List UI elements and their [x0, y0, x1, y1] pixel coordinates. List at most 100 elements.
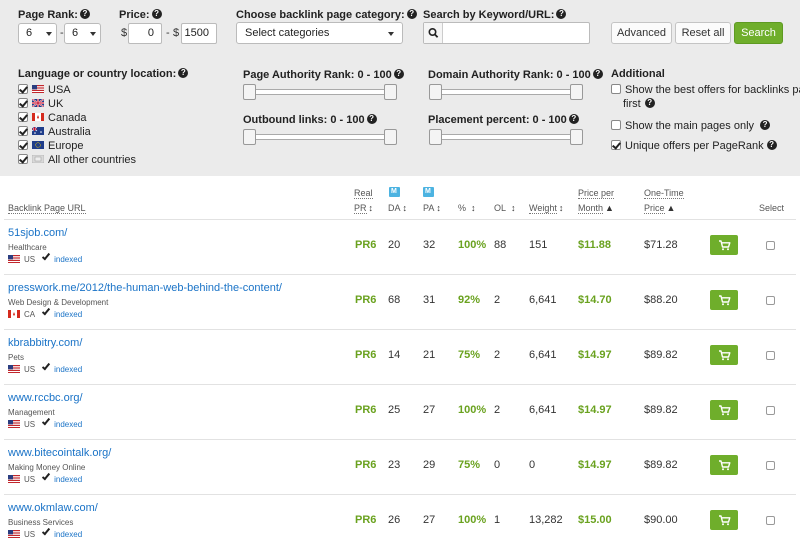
checkbox[interactable] — [18, 140, 28, 151]
checkbox[interactable] — [18, 154, 28, 165]
col-header-pr[interactable]: PR ↕ — [354, 203, 373, 214]
ol-value: 88 — [494, 239, 507, 251]
language-option-usa[interactable]: USA — [18, 84, 71, 97]
help-icon[interactable]: ? — [406, 9, 417, 20]
search-box[interactable] — [423, 22, 590, 44]
col-header-select: Select — [759, 203, 785, 213]
country-code: US — [24, 255, 36, 264]
reset-all-button[interactable]: Reset all — [675, 22, 731, 44]
weight-value: 13,282 — [529, 514, 563, 526]
language-option-uk[interactable]: UK — [18, 98, 63, 111]
monthly-price: $15.00 — [578, 514, 612, 526]
help-icon[interactable]: ? — [644, 98, 655, 109]
language-option-other[interactable]: All other countries — [18, 154, 136, 167]
language-option-australia[interactable]: Australia — [18, 126, 91, 139]
option-unique-offers[interactable]: Unique offers per PageRank? — [611, 140, 777, 152]
slider-min-handle[interactable] — [243, 129, 256, 145]
row-select-checkbox[interactable] — [766, 296, 775, 305]
help-icon[interactable]: ? — [592, 69, 603, 80]
option-main-pages[interactable]: Show the main pages only? — [611, 120, 771, 132]
domain-authority-slider[interactable] — [429, 84, 583, 100]
us-flag-icon — [32, 85, 44, 94]
add-to-cart-button[interactable] — [710, 290, 738, 310]
slider-max-handle[interactable] — [570, 129, 583, 145]
slider-max-handle[interactable] — [570, 84, 583, 100]
percent-value: 75% — [458, 459, 481, 471]
page-rank-min-select[interactable]: 6 — [18, 23, 57, 44]
checkbox[interactable] — [611, 120, 621, 131]
help-icon[interactable]: ? — [178, 68, 189, 79]
search-input[interactable] — [444, 23, 588, 43]
one-time-price: $89.82 — [644, 404, 678, 416]
slider-min-handle[interactable] — [429, 84, 442, 100]
globe-icon — [32, 155, 44, 164]
col-header-percent[interactable]: % ↕ — [458, 203, 476, 213]
row-select-checkbox[interactable] — [766, 406, 775, 415]
language-option-canada[interactable]: Canada — [18, 112, 87, 125]
add-to-cart-button[interactable] — [710, 235, 738, 255]
row-select-checkbox[interactable] — [766, 516, 775, 525]
add-to-cart-button[interactable] — [710, 510, 738, 530]
outbound-links-slider[interactable] — [243, 129, 397, 145]
col-header-weight[interactable]: Weight ↕ — [529, 203, 563, 214]
percent-value: 100% — [458, 239, 487, 251]
add-to-cart-button[interactable] — [710, 345, 738, 365]
cart-icon — [719, 350, 731, 361]
price-min-input[interactable]: 0 — [128, 23, 162, 44]
col-header-da[interactable]: DA ↕ — [388, 203, 407, 213]
placement-percent-slider[interactable] — [429, 129, 583, 145]
price-max-input[interactable]: 1500 — [181, 23, 217, 44]
checkbox[interactable] — [18, 98, 28, 109]
backlink-url-link[interactable]: www.rccbc.org/ — [8, 392, 83, 404]
page-rank-max-select[interactable]: 6 — [64, 23, 101, 44]
help-icon[interactable]: ? — [556, 9, 567, 20]
help-icon[interactable]: ? — [568, 114, 579, 125]
checkmark-icon — [42, 471, 51, 481]
row-select-checkbox[interactable] — [766, 241, 775, 250]
eu-flag-icon — [32, 141, 44, 150]
col-header-pa[interactable]: PA ↕ — [423, 203, 441, 213]
category-select[interactable]: Select categories — [236, 22, 403, 44]
cart-icon — [719, 295, 731, 306]
category-label: Healthcare — [8, 243, 47, 252]
country-code: US — [24, 365, 36, 374]
help-icon[interactable]: ? — [766, 140, 777, 151]
slider-min-handle[interactable] — [429, 129, 442, 145]
checkbox[interactable] — [18, 126, 28, 137]
col-header-ol[interactable]: OL ↕ — [494, 203, 516, 213]
row-select-checkbox[interactable] — [766, 461, 775, 470]
backlink-url-link[interactable]: www.bitecointalk.org/ — [8, 447, 111, 459]
slider-max-handle[interactable] — [384, 129, 397, 145]
option-best-offers[interactable]: Show the best offers for backlinks pages — [611, 84, 800, 96]
backlink-url-link[interactable]: presswork.me/2012/the-human-web-behind-t… — [8, 282, 282, 294]
help-icon[interactable]: ? — [760, 120, 771, 131]
monthly-price: $14.70 — [578, 294, 612, 306]
checkbox[interactable] — [611, 84, 621, 95]
search-button[interactable]: Search — [734, 22, 783, 44]
row-select-checkbox[interactable] — [766, 351, 775, 360]
col-header-price[interactable]: Price ▲ — [644, 203, 675, 214]
page-authority-slider[interactable] — [243, 84, 397, 100]
checkbox[interactable] — [18, 84, 28, 95]
help-icon[interactable]: ? — [393, 69, 404, 80]
advanced-button[interactable]: Advanced — [611, 22, 672, 44]
language-option-europe[interactable]: Europe — [18, 140, 83, 153]
slider-max-handle[interactable] — [384, 84, 397, 100]
one-time-price: $89.82 — [644, 459, 678, 471]
help-icon[interactable]: ? — [366, 114, 377, 125]
add-to-cart-button[interactable] — [710, 400, 738, 420]
backlink-url-link[interactable]: www.okmlaw.com/ — [8, 502, 98, 514]
col-header-month[interactable]: Month ▲ — [578, 203, 614, 214]
slider-min-handle[interactable] — [243, 84, 256, 100]
checkbox[interactable] — [18, 112, 28, 123]
page-rank-value: PR6 — [355, 514, 377, 526]
da-value: 26 — [388, 514, 401, 526]
backlink-url-link[interactable]: 51sjob.com/ — [8, 227, 67, 239]
da-value: 68 — [388, 294, 401, 306]
col-header-url[interactable]: Backlink Page URL — [8, 203, 86, 214]
checkbox[interactable] — [611, 140, 621, 151]
add-to-cart-button[interactable] — [710, 455, 738, 475]
help-icon[interactable]: ? — [151, 9, 162, 20]
backlink-url-link[interactable]: kbrabbitry.com/ — [8, 337, 82, 349]
help-icon[interactable]: ? — [79, 9, 90, 20]
